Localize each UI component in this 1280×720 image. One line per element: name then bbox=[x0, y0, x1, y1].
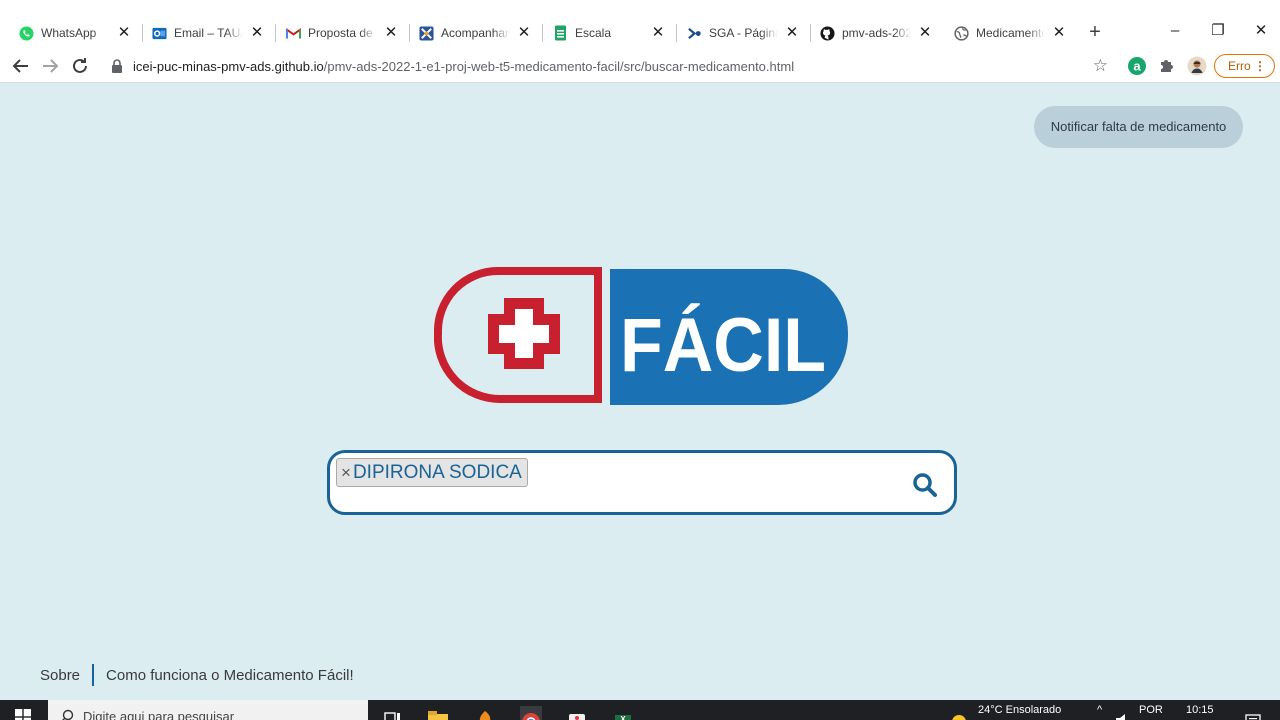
arrow-left-icon bbox=[12, 59, 28, 73]
gmail-icon bbox=[285, 25, 301, 41]
profile-avatar[interactable] bbox=[1187, 56, 1207, 76]
medicine-search-input[interactable]: × DIPIRONA SODICA bbox=[327, 450, 957, 515]
file-explorer-icon[interactable] bbox=[427, 706, 449, 720]
error-label: Erro bbox=[1228, 59, 1251, 73]
taskbar-search-box[interactable]: Digite aqui para pesquisar bbox=[48, 700, 368, 720]
logo-text: FÁCIL bbox=[620, 303, 826, 388]
selected-medicine-chip[interactable]: × DIPIRONA SODICA bbox=[336, 458, 528, 487]
volume-icon[interactable] bbox=[1113, 706, 1135, 720]
tab-title: SGA - Página I bbox=[709, 26, 778, 40]
globe-icon bbox=[953, 25, 969, 41]
app-flame-icon[interactable] bbox=[474, 706, 496, 720]
extensions-puzzle-icon[interactable] bbox=[1157, 56, 1177, 76]
restore-button[interactable]: ❐ bbox=[1198, 17, 1238, 45]
footer-about-link[interactable]: Sobre bbox=[40, 667, 80, 684]
tab-acompanhamento[interactable]: Acompanhame ✕ bbox=[400, 17, 542, 49]
more-vert-icon: ⋮ bbox=[1254, 59, 1266, 73]
close-icon[interactable]: ✕ bbox=[650, 25, 666, 41]
medicamento-facil-logo: FÁCIL bbox=[434, 267, 849, 405]
whatsapp-icon bbox=[18, 25, 34, 41]
tab-gmail[interactable]: Proposta de cr ✕ bbox=[267, 17, 409, 49]
tab-title: Escala bbox=[575, 26, 612, 40]
footer-divider bbox=[92, 664, 95, 686]
url-host: icei-puc-minas-pmv-ads.github.io bbox=[133, 59, 324, 74]
arrow-right-icon bbox=[43, 59, 59, 73]
jira-icon bbox=[418, 25, 434, 41]
chrome-icon[interactable] bbox=[520, 706, 542, 720]
sga-icon bbox=[686, 25, 702, 41]
tab-title: Proposta de cr bbox=[308, 26, 377, 40]
tab-github[interactable]: pmv-ads-2022 ✕ bbox=[801, 17, 943, 49]
close-icon[interactable]: ✕ bbox=[1051, 25, 1067, 41]
app-white-icon[interactable] bbox=[566, 706, 588, 720]
tab-title: WhatsApp bbox=[41, 26, 97, 40]
svg-text:a: a bbox=[1133, 59, 1141, 74]
windows-start-icon[interactable] bbox=[15, 709, 31, 720]
tab-title: Medicamento bbox=[976, 26, 1045, 40]
weather-text[interactable]: 24°C Ensolarado bbox=[978, 704, 1061, 716]
language-indicator[interactable]: POR bbox=[1139, 704, 1163, 716]
reload-button[interactable] bbox=[68, 54, 92, 78]
close-icon[interactable]: ✕ bbox=[249, 25, 265, 41]
tray-chevron-icon[interactable]: ^ bbox=[1097, 704, 1102, 716]
close-icon[interactable]: ✕ bbox=[383, 25, 399, 41]
browser-tabstrip: WhatsApp ✕ Email – TAUAN ✕ Proposta de c… bbox=[0, 0, 1280, 50]
lock-icon bbox=[112, 59, 122, 73]
close-icon[interactable]: ✕ bbox=[116, 25, 132, 41]
tab-medicamento[interactable]: Medicamento ✕ bbox=[935, 17, 1077, 49]
footer-how-it-works-link[interactable]: Como funciona o Medicamento Fácil! bbox=[106, 667, 354, 684]
reload-icon bbox=[73, 58, 87, 73]
close-window-button[interactable]: ✕ bbox=[1241, 17, 1280, 45]
search-icon[interactable] bbox=[912, 472, 938, 498]
tab-whatsapp[interactable]: WhatsApp ✕ bbox=[0, 17, 142, 49]
sheets-icon bbox=[552, 25, 568, 41]
taskbar-search-placeholder: Digite aqui para pesquisar bbox=[83, 709, 235, 720]
notifications-icon[interactable] bbox=[1242, 706, 1264, 720]
chip-remove-button[interactable]: × bbox=[341, 463, 351, 483]
windows-taskbar: Digite aqui para pesquisar X 24°C Ensola… bbox=[0, 700, 1280, 720]
outlook-icon bbox=[151, 25, 167, 41]
search-icon bbox=[62, 709, 74, 720]
tab-email[interactable]: Email – TAUAN ✕ bbox=[133, 17, 275, 49]
notify-shortage-button[interactable]: Notificar falta de medicamento bbox=[1034, 106, 1243, 148]
url-path: /pmv-ads-2022-1-e1-proj-web-t5-medicamen… bbox=[323, 59, 795, 74]
tab-sga[interactable]: SGA - Página I ✕ bbox=[668, 17, 810, 49]
tab-title: Email – TAUAN bbox=[174, 26, 243, 40]
tab-title: pmv-ads-2022 bbox=[842, 26, 911, 40]
github-icon bbox=[819, 25, 835, 41]
excel-icon[interactable]: X bbox=[612, 706, 634, 720]
new-tab-button[interactable]: + bbox=[1083, 20, 1107, 44]
extension-a-icon[interactable]: a bbox=[1127, 56, 1147, 76]
close-icon[interactable]: ✕ bbox=[516, 25, 532, 41]
close-icon[interactable]: ✕ bbox=[917, 25, 933, 41]
error-button[interactable]: Erro ⋮ bbox=[1214, 54, 1275, 78]
url-text: icei-puc-minas-pmv-ads.github.io/pmv-ads… bbox=[133, 59, 794, 74]
bookmark-star-icon[interactable]: ☆ bbox=[1093, 56, 1108, 76]
footer-links: Sobre Como funciona o Medicamento Fácil! bbox=[40, 664, 354, 686]
chip-label: DIPIRONA SODICA bbox=[352, 461, 522, 483]
tab-title: Acompanhame bbox=[441, 26, 510, 40]
address-bar[interactable]: icei-puc-minas-pmv-ads.github.io/pmv-ads… bbox=[103, 53, 1116, 80]
tabstrip-top bbox=[0, 0, 1280, 17]
forward-button[interactable] bbox=[38, 54, 62, 78]
svg-text:X: X bbox=[620, 715, 626, 720]
minimize-button[interactable]: – bbox=[1155, 17, 1195, 45]
browser-toolbar: icei-puc-minas-pmv-ads.github.io/pmv-ads… bbox=[0, 50, 1280, 83]
close-icon[interactable]: ✕ bbox=[784, 25, 800, 41]
weather-sun-icon bbox=[952, 715, 966, 720]
tab-escala[interactable]: Escala ✕ bbox=[534, 17, 676, 49]
back-button[interactable] bbox=[9, 54, 33, 78]
clock-time[interactable]: 10:15 bbox=[1186, 704, 1214, 716]
task-view-icon[interactable] bbox=[381, 706, 403, 720]
